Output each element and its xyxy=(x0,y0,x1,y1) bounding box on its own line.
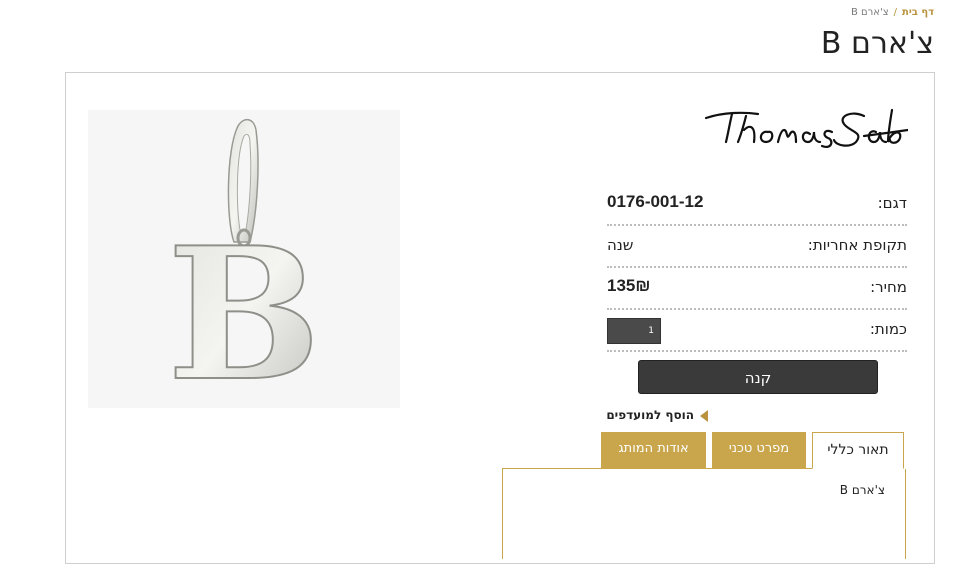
model-row: דגם: 0176-001-12 xyxy=(607,188,907,226)
quantity-row: כמות: 1 xyxy=(607,314,907,352)
warranty-row: תקופת אחריות: שנה xyxy=(607,230,907,268)
price-label: מחיר: xyxy=(870,278,907,296)
model-value: 0176-001-12 xyxy=(607,192,704,211)
breadcrumb-home-link[interactable]: דף בית xyxy=(902,7,934,18)
breadcrumb: דף בית / צ'ארם B xyxy=(851,7,934,18)
warranty-value: שנה xyxy=(607,236,634,254)
tab-general-description[interactable]: תאור כללי xyxy=(812,432,904,469)
tab-about-brand[interactable]: אודות המותג xyxy=(601,432,706,468)
model-label: דגם: xyxy=(877,194,907,212)
buy-button[interactable]: קנה xyxy=(638,360,878,394)
price-value: 135₪ xyxy=(607,276,651,295)
breadcrumb-separator: / xyxy=(893,7,898,18)
wishlist-label: הוסף למועדפים xyxy=(606,408,694,422)
warranty-label: תקופת אחריות: xyxy=(807,236,907,254)
page-title: צ'ארם B xyxy=(820,26,934,61)
product-image: B xyxy=(88,110,400,422)
tab-content-panel: צ'ארם B xyxy=(502,469,906,559)
charm-image: B xyxy=(166,118,322,422)
tab-technical-specs[interactable]: מפרט טכני xyxy=(712,432,806,468)
add-to-wishlist-link[interactable]: הוסף למועדפים xyxy=(606,408,708,424)
charm-letter: B xyxy=(167,207,321,408)
tab-content-text: צ'ארם B xyxy=(839,483,885,497)
quantity-input[interactable]: 1 xyxy=(607,318,661,344)
price-row: מחיר: 135₪ xyxy=(607,272,907,310)
quantity-label: כמות: xyxy=(869,320,907,338)
thomas-sabo-logo xyxy=(704,108,908,148)
arrow-left-icon xyxy=(700,409,708,422)
breadcrumb-current: צ'ארם B xyxy=(850,7,889,18)
